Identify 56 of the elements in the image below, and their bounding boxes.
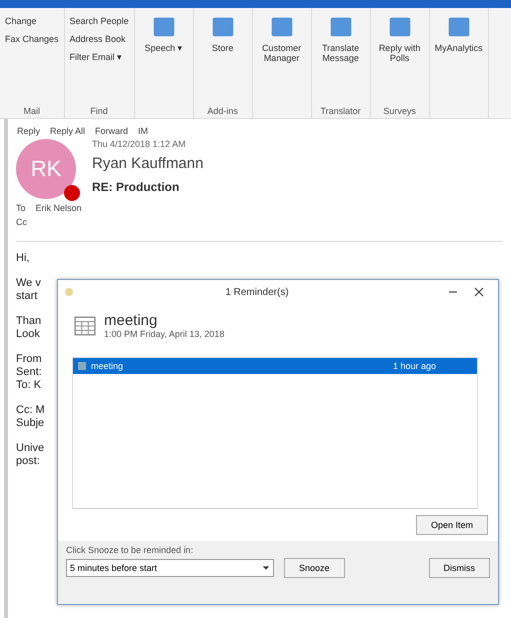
close-icon bbox=[474, 286, 484, 296]
presence-dot bbox=[64, 185, 80, 201]
body-text: Unive bbox=[16, 442, 44, 455]
snooze-button[interactable]: Snooze bbox=[284, 558, 345, 578]
caret-icon bbox=[262, 564, 270, 572]
snooze-label: Click Snooze to be reminded in: bbox=[66, 545, 194, 555]
body-text: Sent: bbox=[16, 366, 42, 379]
dialog-title: 1 Reminder(s) bbox=[224, 286, 290, 298]
row-due: 1 hour ago bbox=[393, 361, 438, 371]
message-subject: RE: Production bbox=[92, 180, 180, 194]
body-text: Hi, bbox=[16, 252, 30, 265]
row-subject: meeting bbox=[91, 361, 124, 371]
calendar-icon bbox=[74, 314, 96, 336]
ribbon-button[interactable]: Filter Email ▾ bbox=[68, 50, 131, 64]
ribbon-button[interactable]: Reply with Polls bbox=[374, 10, 426, 106]
ribbon-button[interactable]: Fax Changes bbox=[3, 32, 61, 46]
body-text: Cc: M bbox=[16, 404, 45, 417]
sender-name: Ryan Kauffmann bbox=[92, 155, 204, 172]
ribbon-button[interactable]: Speech ▾ bbox=[138, 10, 190, 116]
body-text: start bbox=[16, 290, 38, 303]
body-text: Subje bbox=[16, 417, 44, 430]
ribbon-button[interactable]: Search People bbox=[68, 14, 131, 28]
ribbon-button[interactable]: Store bbox=[196, 10, 249, 106]
group-label: Translator bbox=[319, 106, 362, 116]
group-label: Mail bbox=[22, 106, 42, 116]
cc-label: Cc bbox=[16, 217, 27, 227]
body-text: post: bbox=[16, 455, 40, 468]
dismiss-button[interactable]: Dismiss bbox=[428, 558, 490, 578]
reminder-row[interactable]: meeting 1 hour ago bbox=[73, 358, 477, 374]
body-text: Than bbox=[16, 315, 42, 328]
group-label: Surveys bbox=[382, 106, 417, 116]
ribbon-button[interactable]: MyAnalytics bbox=[432, 10, 485, 116]
ribbon-button[interactable]: Address Book bbox=[68, 32, 131, 46]
bell-icon bbox=[64, 287, 74, 297]
ribbon-button[interactable]: Customer Manager bbox=[256, 10, 308, 116]
body-text: We v bbox=[16, 277, 41, 290]
body-text: From bbox=[16, 353, 42, 366]
action-button[interactable]: IM bbox=[137, 125, 150, 137]
snooze-dropdown[interactable]: 5 minutes before start bbox=[66, 559, 274, 577]
group-label: Add-ins bbox=[206, 106, 239, 116]
action-button[interactable]: Reply bbox=[16, 125, 42, 137]
ribbon-button[interactable]: Translate Message bbox=[314, 10, 367, 106]
calendar-icon bbox=[77, 361, 87, 371]
body-text: Look bbox=[16, 328, 40, 341]
to-label: To bbox=[16, 203, 26, 213]
group-label: Find bbox=[89, 106, 109, 116]
action-button[interactable]: Forward bbox=[94, 125, 130, 137]
avatar: RK bbox=[16, 139, 76, 199]
open-item-button[interactable]: Open Item bbox=[416, 515, 488, 535]
reminder-time: 1:00 PM Friday, April 13, 2018 bbox=[104, 329, 224, 339]
message-date: Thu 4/12/2018 1:12 AM bbox=[92, 139, 187, 149]
body-text: To: K bbox=[16, 379, 42, 392]
reminder-title: meeting bbox=[104, 312, 158, 329]
recipient[interactable]: Erik Nelson bbox=[36, 203, 82, 213]
action-button[interactable]: Reply All bbox=[49, 125, 86, 137]
ribbon-button[interactable]: Change bbox=[3, 14, 61, 28]
